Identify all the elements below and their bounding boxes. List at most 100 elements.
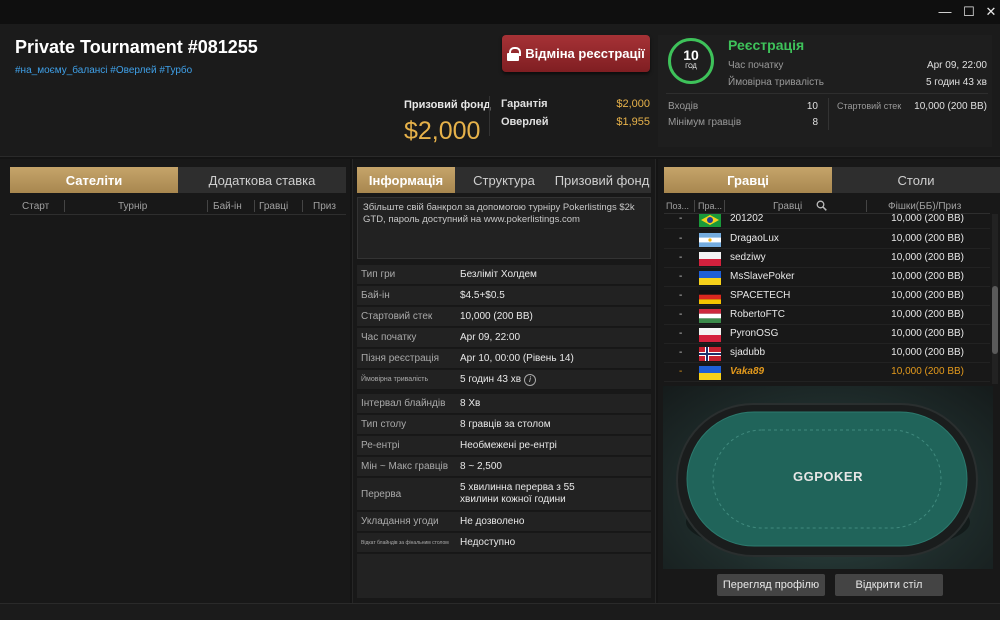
tab-prize-fund[interactable]: Призовий фонд <box>553 167 651 193</box>
player-row[interactable]: - PyronOSG 10,000 (200 BB) <box>664 325 990 344</box>
duration-label: Ймовірна тривалість <box>728 77 824 88</box>
player-row[interactable]: - SPACETECH 10,000 (200 BB) <box>664 287 990 306</box>
lock-icon <box>507 46 522 61</box>
player-row-current-user[interactable]: - Vaka89 10,000 (200 BB) <box>664 363 990 382</box>
info-empty-area <box>357 554 651 598</box>
player-row[interactable]: - MsSlavePoker 10,000 (200 BB) <box>664 268 990 287</box>
minimize-button[interactable]: — <box>936 4 954 20</box>
col-prize[interactable]: Приз <box>313 201 336 212</box>
ukraine-flag-icon <box>699 271 721 285</box>
tournament-title: Private Tournament #081255 <box>15 37 258 57</box>
player-position: - <box>679 290 683 301</box>
satellites-panel <box>0 159 350 603</box>
col-tournament[interactable]: Турнір <box>118 201 147 212</box>
player-position: - <box>679 328 683 339</box>
info-icon[interactable]: i <box>524 374 536 386</box>
col-players[interactable]: Гравці <box>259 201 288 212</box>
player-position: - <box>679 309 683 320</box>
guarantee-value: $2,000 <box>616 98 650 110</box>
overlay-value: $1,955 <box>616 116 650 128</box>
info-row: Перерва 5 хвилинна перерва з 55 хвилини к… <box>357 478 651 511</box>
duration-value: 5 годин 43 хв <box>925 77 987 88</box>
tab-players[interactable]: Гравці <box>664 167 832 193</box>
col-position[interactable]: Поз... <box>666 201 689 211</box>
player-chips: 10,000 (200 BB) <box>891 233 964 244</box>
player-row[interactable]: - DragaoLux 10,000 (200 BB) <box>664 230 990 249</box>
ukraine-flag-icon <box>699 366 721 380</box>
info-key: Пізня реєстрація <box>361 353 440 364</box>
starting-stack-label: Стартовий стек <box>837 101 902 111</box>
info-value: 5 годин 43 хв <box>460 374 522 385</box>
player-chips: 10,000 (200 BB) <box>891 366 964 377</box>
clock-icon: 10 ГОД <box>668 38 714 84</box>
info-value: Apr 09, 22:00 <box>460 332 521 343</box>
brazil-flag-icon <box>699 214 721 227</box>
clock-unit: ГОД <box>685 64 697 70</box>
col-players[interactable]: Гравці <box>773 201 802 212</box>
divider <box>64 200 65 212</box>
poland-flag-icon <box>699 328 721 342</box>
start-time-label: Час початку <box>728 60 784 71</box>
tab-add-on[interactable]: Додаткова ставка <box>178 167 346 193</box>
info-key: Укладання угоди <box>361 516 439 527</box>
tab-tables[interactable]: Столи <box>832 167 1000 193</box>
info-value: 8 Хв <box>460 398 481 409</box>
argentina-flag-icon <box>699 233 721 247</box>
info-value: Не дозволено <box>460 516 525 527</box>
guarantee-label: Гарантія <box>501 98 548 110</box>
info-key: Бай-ін <box>361 290 390 301</box>
info-key: Інтервал блайндів <box>361 398 446 409</box>
divider <box>207 200 208 212</box>
tournament-tags[interactable]: #на_моєму_балансі #Оверлей #Турбо <box>15 65 192 76</box>
registration-status: Реєстрація <box>728 37 805 53</box>
player-chips: 10,000 (200 BB) <box>891 347 964 358</box>
col-chips[interactable]: Фішки(ББ)/Приз <box>888 201 961 212</box>
col-buyin[interactable]: Бай-ін <box>213 201 242 212</box>
players-scrollbar[interactable] <box>992 214 998 384</box>
prize-fund-label: Призовий фонд <box>404 99 491 111</box>
overlay-label: Оверлей <box>501 116 549 128</box>
col-start[interactable]: Старт <box>22 201 49 212</box>
player-position: - <box>679 347 683 358</box>
start-time-value: Apr 09, 22:00 <box>926 60 987 71</box>
info-row: Ре-ентрі Необмежені ре-ентрі <box>357 436 651 456</box>
player-row[interactable]: - sjadubb 10,000 (200 BB) <box>664 344 990 363</box>
player-position: - <box>679 366 683 377</box>
player-row[interactable]: - sedziwy 10,000 (200 BB) <box>664 249 990 268</box>
player-row[interactable]: - RobertoFTC 10,000 (200 BB) <box>664 306 990 325</box>
scrollbar-thumb[interactable] <box>992 286 998 354</box>
prize-fund-value: $2,000 <box>404 117 481 145</box>
open-table-button[interactable]: Відкрити стіл <box>835 574 943 596</box>
tab-information[interactable]: Інформація <box>357 167 455 193</box>
tab-structure[interactable]: Структура <box>455 167 553 193</box>
info-value: Необмежені ре-ентрі <box>460 440 557 451</box>
norway-flag-icon <box>699 347 721 361</box>
tab-satellites[interactable]: Сателіти <box>10 167 178 193</box>
divider <box>866 200 867 212</box>
player-chips: 10,000 (200 BB) <box>891 309 964 320</box>
player-chips: 10,000 (200 BB) <box>891 252 964 263</box>
player-position: - <box>679 233 683 244</box>
min-players-value: 8 <box>812 117 818 128</box>
view-profile-button[interactable]: Перегляд профілю <box>717 574 825 596</box>
starting-stack-value: 10,000 (200 BB) <box>914 101 987 112</box>
info-value: Недоступно <box>460 537 516 548</box>
info-value: Безліміт Холдем <box>460 269 537 280</box>
info-row: Мін ~ Макс гравців 8 ~ 2,500 <box>357 457 651 477</box>
info-row: Інтервал блайндів 8 Хв <box>357 394 651 414</box>
player-position: - <box>679 252 683 263</box>
player-name: Vaka89 <box>730 366 765 377</box>
close-button[interactable]: ✕ <box>982 4 1000 20</box>
hungary-flag-icon <box>699 309 721 323</box>
player-name: MsSlavePoker <box>730 271 795 282</box>
maximize-button[interactable]: ☐ <box>960 4 978 20</box>
info-row: Тип столу 8 гравців за столом <box>357 415 651 435</box>
title-bar <box>0 0 1000 24</box>
divider <box>302 200 303 212</box>
player-row[interactable]: - 201202 10,000 (200 BB) <box>664 214 990 229</box>
satellites-column-header <box>10 197 346 215</box>
search-icon[interactable] <box>816 200 827 211</box>
cancel-registration-button[interactable]: Відміна реєстрації <box>502 35 650 72</box>
player-position: - <box>679 214 683 224</box>
col-flag[interactable]: Пра... <box>698 201 722 211</box>
